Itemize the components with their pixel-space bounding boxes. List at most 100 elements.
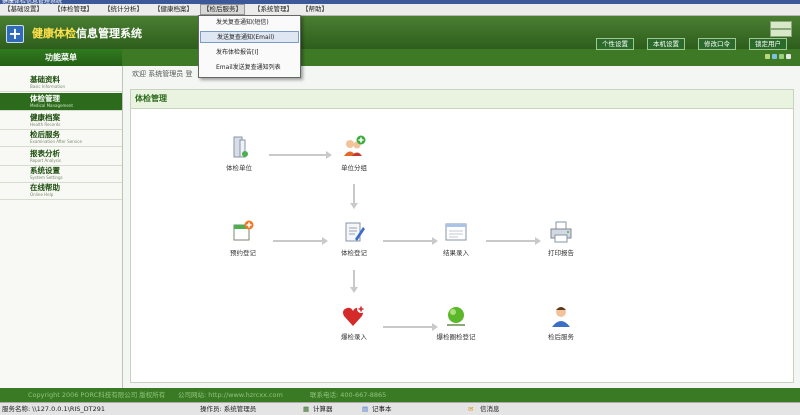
- node-exam-register[interactable]: 体检登记: [334, 219, 374, 257]
- node-unit-grouping[interactable]: 单位分组: [334, 134, 374, 172]
- flow-arrow: [273, 237, 328, 245]
- node-result-entry[interactable]: 结果录入: [436, 219, 476, 257]
- menu-after-service[interactable]: 【检后服务】: [200, 4, 245, 15]
- view-toggle-icon[interactable]: [765, 54, 770, 59]
- sidebar-item-label: 检后服务: [30, 130, 60, 139]
- flow-arrow: [350, 184, 358, 209]
- lock-user-button[interactable]: 锁定用户: [749, 38, 787, 50]
- node-reexam-register[interactable]: 爆检圈检登记: [436, 303, 476, 341]
- flow-arrow: [383, 237, 438, 245]
- after-service-dropdown: 发关复查通知(短信) 发送复查通知(Email) 发布体检报告[I] Email…: [198, 15, 301, 78]
- sidebar-item-sublabel: Examination After Service: [30, 139, 82, 144]
- node-label: 体检登记: [341, 249, 367, 257]
- sidebar-item-health-records[interactable]: 健康档案 Health Records: [0, 112, 122, 130]
- users-add-icon: [341, 134, 367, 160]
- sidebar-item-sublabel: Online Help: [30, 192, 54, 197]
- menu-item-publish-report[interactable]: 发布体检报告[I]: [200, 47, 299, 59]
- node-exam-unit[interactable]: 体检单位: [219, 134, 259, 172]
- app-title-rest: 信息管理系统: [76, 27, 142, 40]
- building-icon: [226, 134, 252, 160]
- node-label: 打印报告: [548, 249, 574, 257]
- view-toggle-icon[interactable]: [772, 54, 777, 59]
- sidebar-item-label: 系统设置: [30, 166, 60, 175]
- menu-exam-management[interactable]: 【体检管理】: [52, 5, 95, 14]
- change-password-button[interactable]: 修改口令: [698, 38, 736, 50]
- sidebar-item-sublabel: System Settings: [30, 175, 63, 180]
- node-label: 检后服务: [548, 333, 574, 341]
- notepad-icon: ▤: [362, 405, 369, 413]
- sidebar-item-label: 在线帮助: [30, 183, 60, 192]
- node-positive-entry[interactable]: 爆检录入: [334, 303, 374, 341]
- window-form-icon: [443, 219, 469, 245]
- calculator-icon: ▦: [303, 405, 310, 413]
- menu-item-sms-notice[interactable]: 发关复查通知(短信): [200, 17, 299, 29]
- menu-system-management[interactable]: 【系统管理】: [252, 5, 295, 14]
- footer-copyright: Copyright 2006 PORC科技有限公司 版权所有: [28, 391, 166, 399]
- sidebar-item-report-analysis[interactable]: 报表分析 Report Analysis: [0, 148, 122, 166]
- status-operator: 操作员: 系统管理员: [200, 405, 257, 413]
- green-ball-icon: [443, 303, 469, 329]
- menu-item-email-list[interactable]: Email发送复查通知列表: [200, 62, 299, 74]
- breadcrumb: 欢迎 系统管理员 登: [132, 70, 193, 78]
- notepad-button[interactable]: 记事本: [372, 403, 392, 415]
- minimize-control[interactable]: [770, 21, 792, 29]
- panel-title: 体检管理: [135, 94, 167, 103]
- node-label: 爆检录入: [341, 333, 367, 341]
- flow-arrow: [269, 151, 332, 159]
- sidebar-item-after-service[interactable]: 检后服务 Examination After Service: [0, 129, 122, 147]
- footer: Copyright 2006 PORC科技有限公司 版权所有 公司网站: htt…: [0, 388, 800, 402]
- footer-phone: 联系电话: 400-667-8865: [310, 391, 387, 399]
- local-settings-button[interactable]: 本机设置: [647, 38, 685, 50]
- heart-add-icon: [341, 303, 367, 329]
- panel-header: 体检管理: [131, 90, 793, 109]
- message-icon: ✉: [468, 405, 474, 413]
- node-label: 单位分组: [341, 164, 367, 172]
- node-label: 预约登记: [230, 249, 256, 257]
- sidebar-item-online-help[interactable]: 在线帮助 Online Help: [0, 182, 122, 200]
- menu-basic-settings[interactable]: 【基础设置】: [2, 5, 45, 14]
- app-title: 健康体检信息管理系统: [32, 25, 142, 41]
- node-label: 结果录入: [443, 249, 469, 257]
- flow-arrow: [383, 323, 438, 331]
- flow-arrow: [486, 237, 541, 245]
- flow-arrow: [350, 270, 358, 293]
- workflow-panel: 体检管理 体检单位 单位分组 预约登记 体检登记 结果录入 打印报告 爆检录入 …: [130, 89, 794, 383]
- messages-button[interactable]: 信消息: [480, 403, 500, 415]
- view-toggle-icon[interactable]: [786, 54, 791, 59]
- node-booking[interactable]: 预约登记: [223, 219, 263, 257]
- menu-help[interactable]: 【帮助】: [300, 5, 330, 14]
- node-print-report[interactable]: 打印报告: [541, 219, 581, 257]
- node-label: 爆检圈检登记: [436, 333, 476, 341]
- menu-health-records[interactable]: 【健康档案】: [152, 5, 195, 14]
- sidebar-heading: 功能菜单: [0, 49, 122, 66]
- node-label: 体检单位: [226, 164, 252, 172]
- user-icon: [548, 303, 574, 329]
- sidebar: 基础资料 Basic Information 体检管理 Medical Manage…: [0, 66, 123, 388]
- calendar-add-icon: [230, 219, 256, 245]
- sidebar-item-sublabel: Report Analysis: [30, 158, 62, 163]
- node-after-service[interactable]: 检后服务: [541, 303, 581, 341]
- sidebar-item-sublabel: Basic Information: [30, 84, 66, 89]
- status-server: 服务名称: \\127.0.0.1\RIS_DT291: [2, 405, 106, 413]
- app-title-highlight: 健康体检: [32, 27, 76, 40]
- menu-statistics[interactable]: 【统计分析】: [102, 5, 145, 14]
- menu-item-email-notice[interactable]: 发送复查通知(Email): [200, 31, 299, 43]
- sidebar-item-exam-management[interactable]: 体检管理 Medical Management: [0, 93, 122, 111]
- sidebar-item-sublabel: Health Records: [30, 122, 61, 127]
- view-toggle-icon[interactable]: [779, 54, 784, 59]
- sidebar-item-label: 基础资料: [30, 75, 60, 84]
- app-logo-icon: +: [6, 25, 24, 43]
- personal-settings-button[interactable]: 个性设置: [596, 38, 634, 50]
- footer-website[interactable]: 公司网站: http://www.hzrcxx.com: [178, 388, 283, 402]
- sidebar-item-label: 报表分析: [30, 149, 60, 158]
- sidebar-item-basic-info[interactable]: 基础资料 Basic Information: [0, 74, 122, 92]
- sidebar-item-sublabel: Medical Management: [30, 103, 73, 108]
- sidebar-item-label: 健康档案: [30, 113, 60, 122]
- close-control[interactable]: [770, 29, 792, 37]
- sidebar-item-label: 体检管理: [30, 94, 60, 103]
- clipboard-pen-icon: [341, 219, 367, 245]
- calculator-button[interactable]: 计算器: [313, 403, 333, 415]
- sidebar-item-system-settings[interactable]: 系统设置 System Settings: [0, 165, 122, 183]
- menubar: 【基础设置】 【体检管理】 【统计分析】 【健康档案】 【检后服务】 【系统管理…: [0, 4, 800, 16]
- status-bar: 服务名称: \\127.0.0.1\RIS_DT291 操作员: 系统管理员 ▦…: [0, 402, 800, 415]
